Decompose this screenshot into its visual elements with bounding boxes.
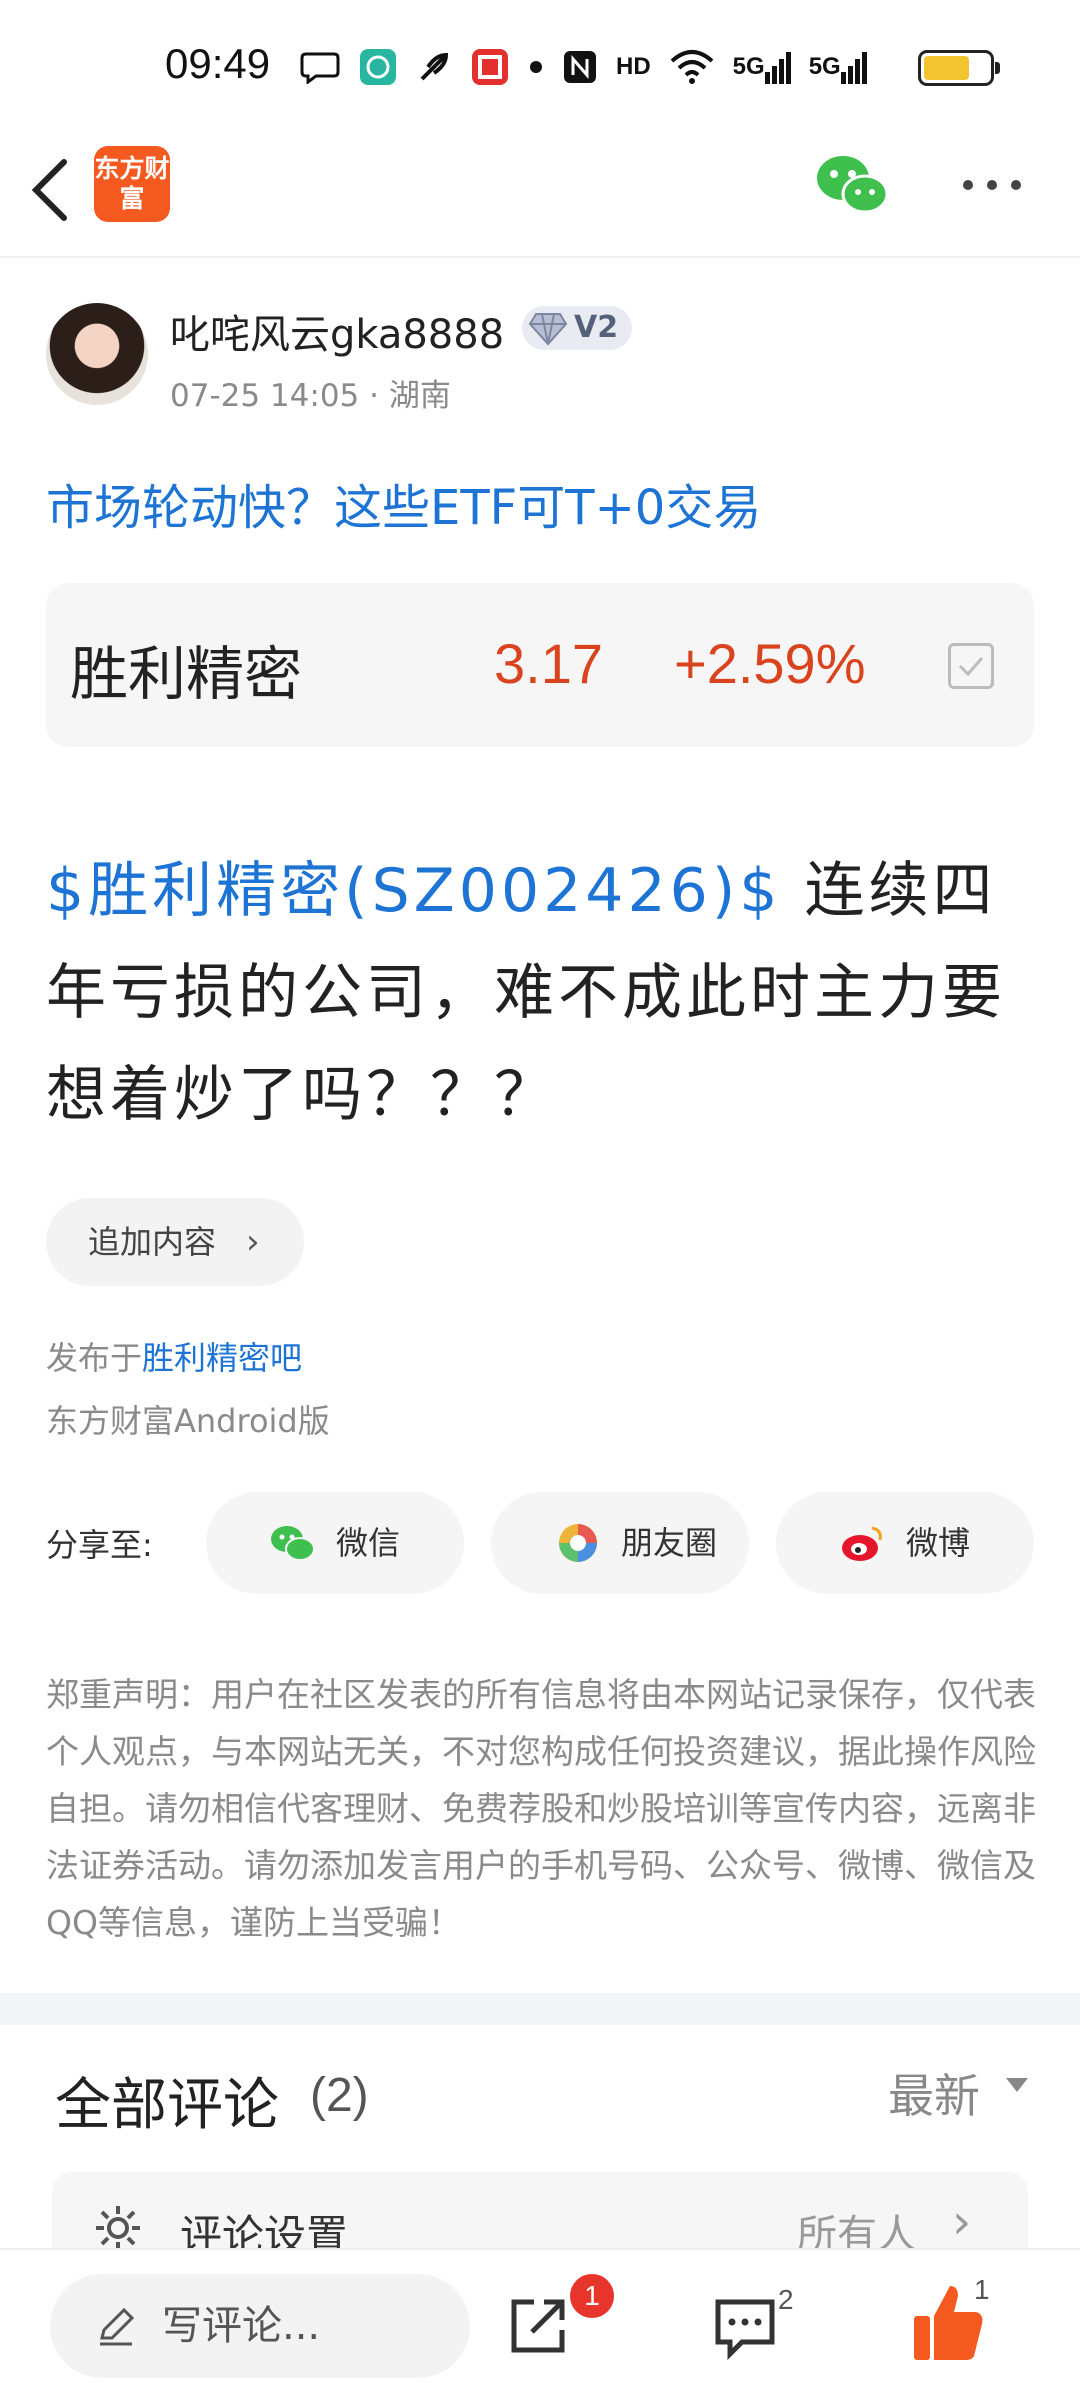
share-moments-button[interactable]: 朋友圈	[491, 1492, 749, 1594]
battery-fill	[924, 56, 969, 80]
check-icon	[958, 657, 984, 677]
promo-link[interactable]: 市场轮动快？这些ETF可T+0交易	[46, 468, 761, 538]
pencil-icon	[100, 2307, 135, 2346]
back-button[interactable]	[22, 150, 82, 230]
signal-label: 5G	[808, 53, 841, 80]
stock-card[interactable]: 胜利精密 3.17 +2.59%	[46, 583, 1034, 747]
write-comment-input[interactable]: 写评论...	[50, 2274, 470, 2378]
chevron-right-icon: ›	[246, 1222, 260, 1262]
level-badge: V2	[522, 306, 633, 350]
weibo-icon	[842, 1526, 882, 1561]
comment-icon	[715, 2299, 775, 2361]
client-info: 东方财富Android版	[46, 1402, 330, 1440]
caret-down-icon[interactable]	[1006, 2078, 1028, 2092]
forward-count-badge: 1	[570, 2274, 614, 2318]
add-watchlist-checkbox[interactable]	[948, 643, 994, 689]
section-divider	[0, 1993, 1080, 2025]
hd-icon: HD	[616, 53, 651, 80]
wechat-share-button[interactable]	[815, 150, 891, 220]
app-header: 东方财富	[0, 130, 1080, 258]
level-badge-label: V2	[574, 310, 619, 345]
published-in: 发布于胜利精密吧	[46, 1333, 302, 1379]
append-content-label: 追加内容	[88, 1223, 217, 1261]
share-weibo-button[interactable]: 微博	[776, 1492, 1034, 1594]
share-wechat-button[interactable]: 微信	[206, 1492, 464, 1594]
status-time: 09:49	[165, 40, 271, 87]
more-button[interactable]	[960, 170, 1024, 200]
comment-count: 2	[778, 2284, 794, 2315]
write-comment-placeholder: 写评论...	[162, 2303, 321, 2349]
author-name[interactable]: 叱咤风云gka8888	[170, 302, 504, 360]
comments-button[interactable]	[712, 2294, 778, 2361]
append-content-button[interactable]: 追加内容 ›	[46, 1198, 304, 1286]
post-meta: 07-25 14:05 · 湖南	[170, 370, 451, 415]
stock-tag-link[interactable]: $胜利精密(SZ002426)$	[46, 856, 781, 926]
stock-change: +2.59%	[674, 632, 866, 695]
sort-dropdown[interactable]: 最新	[888, 2060, 980, 2126]
published-prefix: 发布于	[46, 1339, 143, 1377]
app-icon	[470, 47, 510, 87]
like-count: 1	[974, 2274, 990, 2305]
post-body: $胜利精密(SZ002426)$ 连续四年亏损的公司，难不成此时主力要想着炒了吗…	[46, 840, 1046, 1146]
stock-name: 胜利精密	[70, 640, 303, 708]
moments-icon	[559, 1524, 597, 1562]
diamond-icon	[528, 313, 568, 346]
feather-icon	[416, 47, 452, 87]
chevron-left-icon	[31, 159, 67, 221]
dot-icon	[528, 47, 544, 87]
stock-price: 3.17	[494, 632, 603, 695]
post-location: 湖南	[388, 378, 451, 414]
meta-separator: ·	[359, 378, 389, 414]
chat-bubble-icon	[300, 47, 340, 87]
nfc-icon	[562, 47, 598, 87]
battery-icon	[918, 50, 1000, 86]
disclaimer-text: 郑重声明：用户在社区发表的所有信息将由本网站记录保存，仅代表个人观点，与本网站无…	[46, 1675, 1036, 1942]
signal-5g-icon: 5G	[733, 47, 791, 87]
share-label: 分享至:	[46, 1526, 153, 1564]
wechat-icon	[817, 156, 889, 214]
share-weibo-label: 微博	[906, 1524, 971, 1562]
more-dots-icon	[963, 180, 1021, 190]
author-avatar[interactable]	[46, 303, 148, 405]
bottom-bar: 写评论... 1 2 1	[0, 2248, 1080, 2400]
status-icons: HD 5G 5G	[300, 44, 867, 90]
forward-icon	[511, 2299, 565, 2353]
fingerprint-icon	[358, 47, 398, 87]
share-wechat-label: 微信	[336, 1524, 401, 1562]
comments-count: (2)	[310, 2069, 369, 2122]
forward-button[interactable]	[504, 2290, 574, 2360]
wifi-icon	[669, 47, 715, 87]
stock-bar-link[interactable]: 胜利精密吧	[142, 1339, 302, 1377]
signal-label: 5G	[732, 53, 765, 80]
wechat-icon	[271, 1526, 315, 1561]
post-time: 07-25 14:05	[170, 378, 360, 414]
comments-title: 全部评论	[55, 2073, 279, 2138]
gear-icon	[96, 2206, 140, 2250]
app-logo: 东方财富	[94, 146, 170, 222]
chevron-right-icon: ›	[952, 2194, 972, 2250]
signal-5g-icon: 5G	[809, 47, 867, 87]
share-moments-label: 朋友圈	[621, 1524, 718, 1562]
status-bar: 09:49 HD 5G 5G	[0, 0, 1080, 130]
